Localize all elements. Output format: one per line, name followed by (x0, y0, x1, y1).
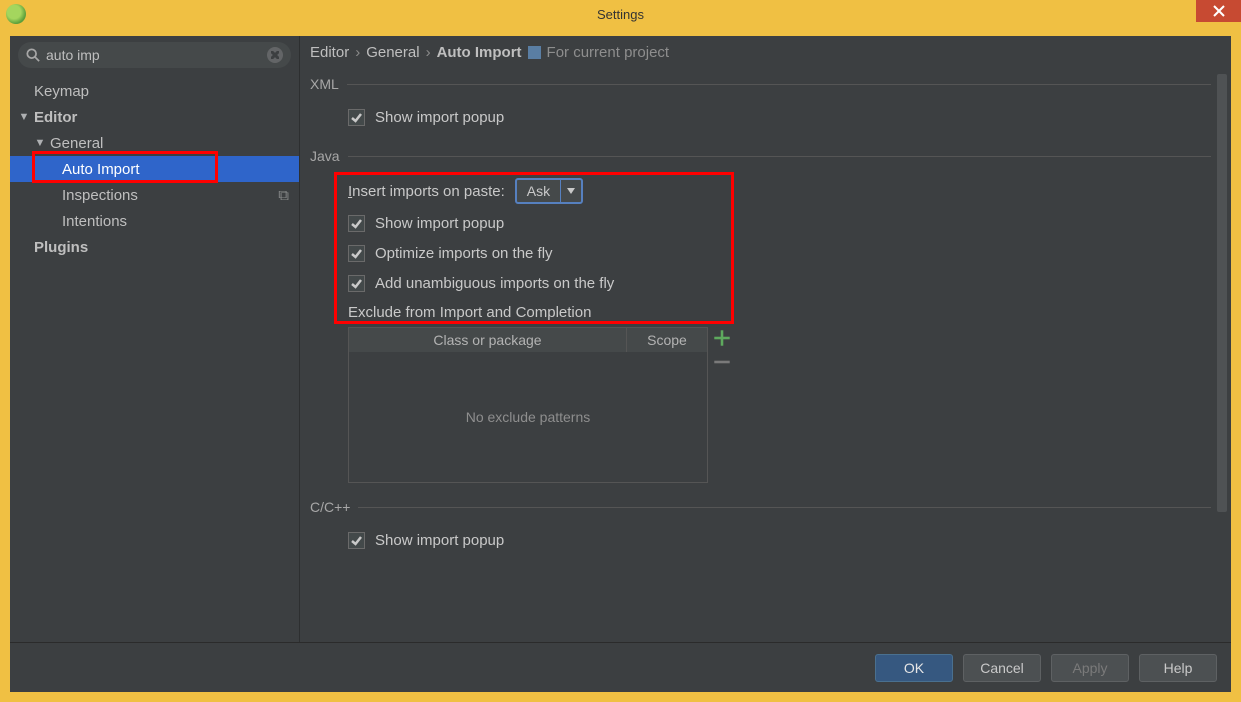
label-xml-show-popup: Show import popup (375, 109, 504, 126)
app-icon (6, 4, 26, 24)
combo-insert-imports[interactable]: Ask (515, 178, 583, 204)
tree-item-keymap[interactable]: Keymap (10, 78, 299, 104)
chevron-down-icon (567, 187, 575, 195)
check-icon (350, 534, 363, 547)
combo-drop-button[interactable] (561, 180, 581, 202)
checkbox-xml-show-popup[interactable] (348, 109, 365, 126)
sidebar: Keymap ▼Editor ▼General Auto Import Insp… (10, 36, 300, 642)
tree-item-general[interactable]: ▼General (10, 130, 299, 156)
label-cpp-show-popup: Show import popup (375, 532, 504, 549)
breadcrumb: Editor › General › Auto Import For curre… (300, 36, 1231, 68)
checkbox-java-unambiguous[interactable] (348, 275, 365, 292)
tree-item-intentions[interactable]: Intentions (10, 208, 299, 234)
help-button[interactable]: Help (1139, 654, 1217, 682)
check-icon (350, 111, 363, 124)
project-scope-label: For current project (547, 44, 670, 61)
checkbox-java-show-popup[interactable] (348, 215, 365, 232)
label-insert-imports: Insert imports on paste: (348, 183, 505, 200)
group-java: Java Insert imports on paste: Ask Show i (310, 148, 1211, 483)
group-xml-title: XML (310, 76, 347, 92)
add-exclude-button[interactable] (713, 329, 731, 347)
main-panel: Editor › General › Auto Import For curre… (300, 36, 1231, 642)
column-scope[interactable]: Scope (627, 328, 707, 352)
check-icon (350, 217, 363, 230)
check-icon (350, 277, 363, 290)
column-class[interactable]: Class or package (349, 328, 627, 352)
tree-item-inspections[interactable]: Inspections⧉ (10, 182, 299, 208)
button-bar: OK Cancel Apply Help (10, 642, 1231, 692)
check-icon (350, 247, 363, 260)
plus-icon (713, 329, 731, 347)
window-title: Settings (597, 7, 644, 22)
exclude-table[interactable]: Class or package Scope No exclude patter… (348, 327, 708, 483)
tree-item-editor[interactable]: ▼Editor (10, 104, 299, 130)
search-input[interactable] (46, 47, 267, 63)
search-box[interactable] (18, 42, 291, 68)
minus-icon (713, 353, 731, 371)
combo-value: Ask (517, 180, 561, 202)
scrollbar-thumb[interactable] (1217, 74, 1227, 512)
project-icon (528, 46, 541, 59)
apply-button[interactable]: Apply (1051, 654, 1129, 682)
chevron-down-icon[interactable]: ▼ (34, 137, 46, 149)
ok-button[interactable]: OK (875, 654, 953, 682)
label-exclude: Exclude from Import and Completion (348, 304, 1211, 321)
close-icon (1213, 5, 1225, 17)
group-xml: XML Show import popup (310, 76, 1211, 132)
chevron-right-icon: › (355, 44, 360, 61)
copy-icon: ⧉ (278, 187, 289, 204)
cancel-button[interactable]: Cancel (963, 654, 1041, 682)
breadcrumb-general[interactable]: General (366, 44, 419, 61)
settings-tree: Keymap ▼Editor ▼General Auto Import Insp… (10, 78, 299, 260)
chevron-right-icon: › (426, 44, 431, 61)
chevron-down-icon[interactable]: ▼ (18, 111, 30, 123)
group-cpp-title: C/C++ (310, 499, 358, 515)
titlebar: Settings (0, 0, 1241, 28)
clear-icon (271, 51, 279, 59)
group-java-title: Java (310, 148, 348, 164)
label-java-optimize: Optimize imports on the fly (375, 245, 553, 262)
clear-search-button[interactable] (267, 47, 283, 63)
close-button[interactable] (1196, 0, 1241, 22)
scrollbar[interactable] (1217, 74, 1227, 572)
search-icon (26, 48, 40, 62)
label-java-show-popup: Show import popup (375, 215, 504, 232)
table-empty-text: No exclude patterns (349, 352, 707, 482)
breadcrumb-editor[interactable]: Editor (310, 44, 349, 61)
remove-exclude-button[interactable] (713, 353, 731, 371)
checkbox-java-optimize[interactable] (348, 245, 365, 262)
label-java-unambiguous: Add unambiguous imports on the fly (375, 275, 614, 292)
checkbox-cpp-show-popup[interactable] (348, 532, 365, 549)
tree-item-auto-import[interactable]: Auto Import (10, 156, 299, 182)
breadcrumb-current: Auto Import (437, 44, 522, 61)
group-cpp: C/C++ Show import popup (310, 499, 1211, 555)
tree-item-plugins[interactable]: Plugins (10, 234, 299, 260)
